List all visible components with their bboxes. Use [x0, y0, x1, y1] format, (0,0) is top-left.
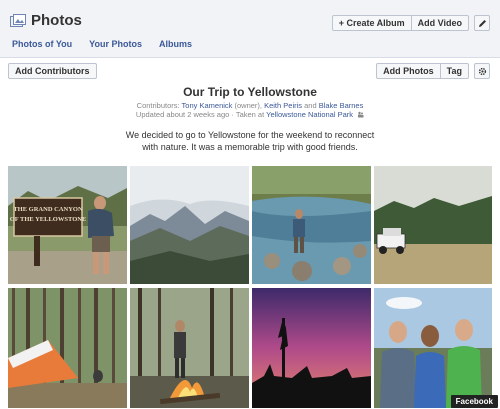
add-contributors-button[interactable]: Add Contributors [8, 63, 97, 79]
photo-river-hike[interactable] [252, 166, 371, 284]
contributor-link-1[interactable]: Tony Kamenick [182, 101, 233, 110]
pencil-icon [478, 19, 486, 27]
tab-your-photos[interactable]: Your Photos [89, 39, 142, 49]
contributors-label: Contributors: [136, 101, 182, 110]
photo-three-friends[interactable] [374, 288, 492, 408]
album-description: We decided to go to Yellowstone for the … [125, 130, 375, 152]
tab-photos-of-you[interactable]: Photos of You [12, 39, 72, 49]
photo-sunset-silhouette[interactable] [252, 288, 371, 408]
contributor-link-2[interactable]: Keith Peiris [264, 101, 302, 110]
page-header: Photos + Create Album Add Video Photos o… [0, 0, 500, 58]
create-album-button[interactable]: + Create Album [331, 15, 412, 31]
page-title: Photos [31, 12, 82, 29]
tag-button[interactable]: Tag [440, 63, 469, 79]
add-video-button[interactable]: Add Video [411, 15, 469, 31]
photo-grid: THE GRAND CANYON OF THE YELLOWSTONE [8, 166, 492, 408]
updated-text: Updated about 2 weeks ago · Taken at [135, 110, 267, 119]
album-tools: Add Photos Tag [376, 63, 490, 79]
photo-mountain-valley[interactable] [130, 166, 249, 284]
edit-button[interactable] [474, 15, 490, 31]
photo-tag-button-group: Add Photos Tag [376, 63, 469, 79]
photos-icon [10, 13, 26, 27]
and-text: and [302, 101, 319, 110]
photo-jeep-meadow[interactable] [374, 166, 492, 284]
updated-line: Updated about 2 weeks ago · Taken at Yel… [0, 110, 500, 119]
privacy-icon [358, 111, 364, 118]
facebook-watermark: Facebook [450, 395, 498, 408]
title-row: Photos [10, 12, 82, 29]
tab-albums[interactable]: Albums [159, 39, 192, 49]
album-content: Add Contributors Add Photos Tag Our Trip… [0, 59, 500, 409]
svg-text:OF THE YELLOWSTONE: OF THE YELLOWSTONE [10, 216, 87, 223]
photo-tent-forest[interactable] [8, 288, 127, 408]
album-title: Our Trip to Yellowstone [183, 85, 317, 99]
top-actions: + Create Album Add Video [331, 15, 490, 31]
add-photos-button[interactable]: Add Photos [376, 63, 441, 79]
svg-text:THE GRAND CANYON: THE GRAND CANYON [13, 206, 83, 213]
album-video-button-group: + Create Album Add Video [331, 15, 469, 31]
contributors-line: Contributors: Tony Kamenick (owner), Kei… [0, 101, 500, 110]
gear-icon [478, 67, 486, 75]
photo-campfire[interactable] [130, 288, 249, 408]
photo-grand-canyon-sign[interactable]: THE GRAND CANYON OF THE YELLOWSTONE [8, 166, 127, 284]
photo-tabs: Photos of You Your Photos Albums [12, 39, 192, 49]
owner-suffix: (owner), [232, 101, 265, 110]
settings-button[interactable] [474, 63, 490, 79]
location-link[interactable]: Yellowstone National Park [266, 110, 353, 119]
contributor-link-3[interactable]: Blake Barnes [319, 101, 364, 110]
album-meta: Contributors: Tony Kamenick (owner), Kei… [0, 101, 500, 119]
